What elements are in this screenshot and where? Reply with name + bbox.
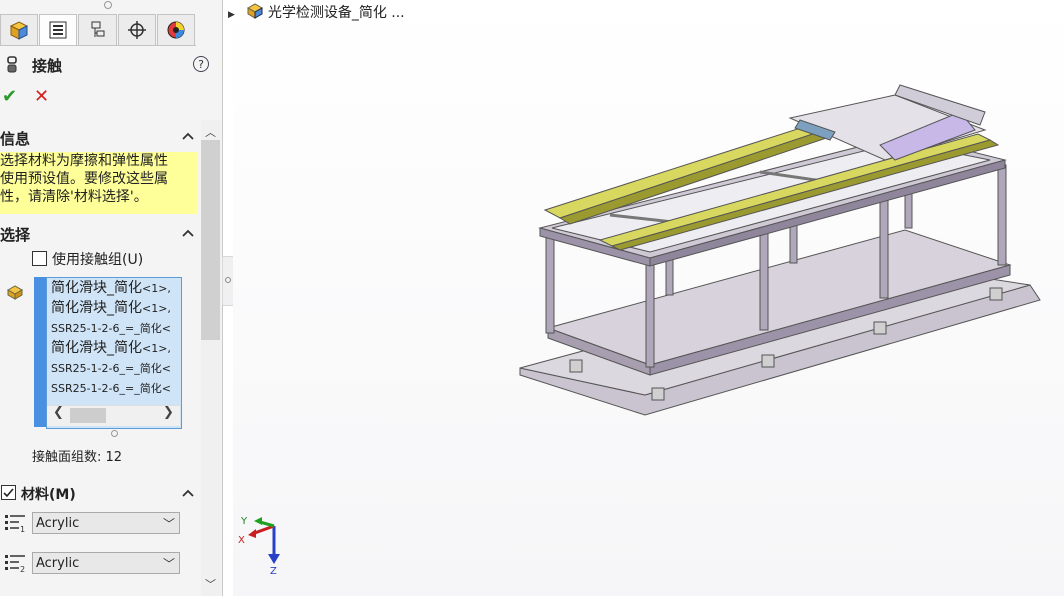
checkmark-icon <box>3 488 14 498</box>
info-message: 选择材料为摩擦和弹性属性 使用预设值。要修改这些属 性，请清除'材料选择'。 <box>0 152 198 214</box>
selection-section-header[interactable]: 选择 <box>0 224 30 245</box>
z-axis-arrow <box>268 554 280 564</box>
scroll-right-icon[interactable]: ❯ <box>163 405 174 420</box>
list-item[interactable]: SSR25-1-2-6_=_简化< <box>47 318 181 338</box>
tab-property-manager[interactable] <box>39 14 78 45</box>
cancel-button[interactable]: ✕ <box>34 86 49 107</box>
list-item-text: SSR25-1-2-6_=_简化 <box>51 322 162 335</box>
list-scroll-thumb[interactable] <box>70 408 106 423</box>
display-manager-icon <box>167 21 185 39</box>
material-list-1-icon: 1 <box>5 515 25 533</box>
chevron-up-icon[interactable] <box>182 228 194 238</box>
x-axis-label: X <box>238 535 245 546</box>
selection-list-indicator <box>34 277 46 427</box>
list-item-suffix: <1>, <box>142 282 171 295</box>
chevron-down-icon: ﹀ <box>162 557 175 571</box>
tab-divider <box>0 45 196 46</box>
info-line: 性，请清除'材料选择'。 <box>0 189 148 205</box>
info-line: 使用预设值。要修改这些属 <box>0 171 168 187</box>
list-item-suffix: <1>, <box>142 302 171 315</box>
manager-tabs <box>0 14 196 46</box>
svg-text:1: 1 <box>20 525 25 533</box>
configuration-manager-icon <box>91 21 104 37</box>
contact-set-count: 接触面组数: 12 <box>32 450 123 465</box>
tab-dimxpert-manager[interactable] <box>117 14 156 45</box>
list-item-text: SSR25-1-2-6_=_简化 <box>51 362 162 375</box>
use-contact-group-checkbox[interactable] <box>32 251 47 266</box>
info-line: 选择材料为摩擦和弹性属性 <box>0 153 168 169</box>
list-item[interactable]: 简化滑块_简化<1>, <box>47 338 181 358</box>
list-item[interactable]: 简化滑块_简化<1>, <box>47 298 181 318</box>
list-item[interactable]: SSR25-1-2-6_=_简化< <box>47 378 181 398</box>
material-2-select[interactable]: Acrylic ﹀ <box>32 552 180 574</box>
tab-feature-manager[interactable] <box>0 14 39 45</box>
property-manager-icon <box>49 21 67 39</box>
material-checkbox[interactable] <box>1 485 16 500</box>
list-item[interactable]: 简化滑块_简化<1>, <box>47 278 181 298</box>
splitter-grip <box>225 277 231 283</box>
list-item-suffix: < <box>161 322 171 335</box>
material-2-value: Acrylic <box>36 556 80 571</box>
list-item-text: 简化滑块_简化 <box>51 280 142 296</box>
list-item-suffix: < <box>161 382 171 395</box>
panel-scroll-thumb[interactable] <box>201 140 220 340</box>
list-resize-grip[interactable] <box>111 430 118 437</box>
page-title: 接触 <box>32 57 63 75</box>
help-button[interactable]: ? <box>193 56 209 72</box>
chevron-up-icon[interactable] <box>182 131 194 141</box>
z-axis-label: Z <box>270 566 277 577</box>
chevron-up-icon[interactable] <box>182 488 194 498</box>
scroll-down-icon[interactable]: ﹀ <box>205 576 216 592</box>
panel-grip[interactable] <box>104 1 112 9</box>
tab-configuration-manager[interactable] <box>78 14 117 45</box>
list-item-suffix: < <box>161 362 171 375</box>
list-item-text: SSR25-1-2-6_=_简化 <box>51 382 162 395</box>
list-horizontal-scrollbar[interactable] <box>47 405 180 426</box>
tab-display-manager[interactable] <box>156 14 196 45</box>
list-item-text: 简化滑块_简化 <box>51 340 142 356</box>
y-axis-label: Y <box>240 516 248 527</box>
ok-button[interactable]: ✔ <box>2 86 17 107</box>
list-item-suffix: <1>, <box>142 342 171 355</box>
info-section-header[interactable]: 信息 <box>0 128 30 149</box>
coordinate-triad: Y X Z <box>238 516 280 577</box>
property-manager-panel: 接触 ? ✔ ✕ 信息 选择材料为摩擦和弹性属性 使用预设值。要修改这些属 性，… <box>0 0 223 596</box>
x-axis-arrow <box>248 529 256 538</box>
list-item-text: 简化滑块_简化 <box>51 300 142 316</box>
material-list-2-icon: 2 <box>5 555 25 573</box>
contact-icon <box>7 56 17 73</box>
chevron-down-icon: ﹀ <box>162 517 175 531</box>
material-1-value: Acrylic <box>36 516 80 531</box>
component-icon <box>6 285 24 300</box>
scroll-left-icon[interactable]: ❮ <box>53 405 64 420</box>
scroll-up-icon[interactable]: ︿ <box>205 124 216 140</box>
material-section-header[interactable]: 材料(M) <box>21 484 76 504</box>
material-1-select[interactable]: Acrylic ﹀ <box>32 512 180 534</box>
list-item[interactable]: SSR25-1-2-6_=_简化< <box>47 358 181 378</box>
assembly-model[interactable] <box>233 0 1064 596</box>
svg-text:2: 2 <box>20 565 25 573</box>
feature-manager-icon <box>9 21 29 40</box>
use-contact-group-label: 使用接触组(U) <box>52 252 144 268</box>
crosshair-icon <box>127 21 146 39</box>
y-axis-arrow <box>254 517 262 525</box>
